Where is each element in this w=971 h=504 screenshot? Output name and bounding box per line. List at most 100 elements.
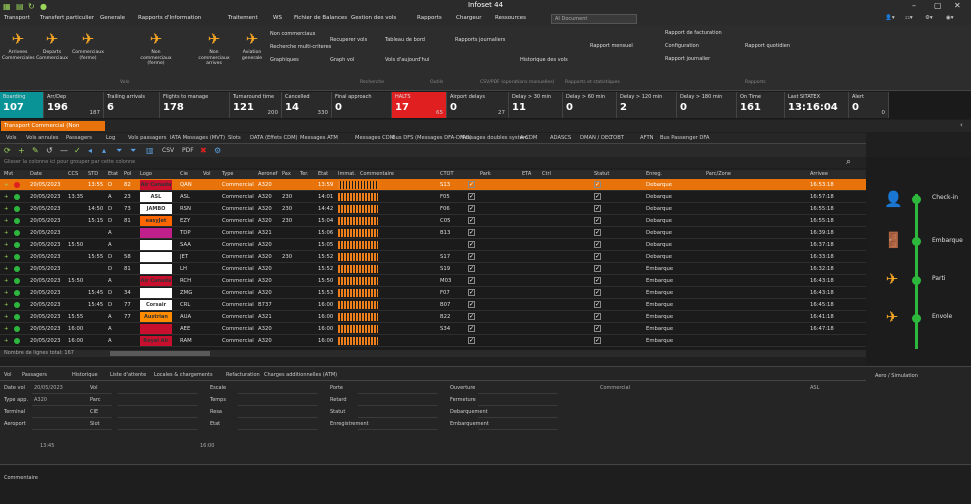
stat-tile[interactable]: Delay > 60 min 0 (563, 92, 617, 118)
checkbox[interactable]: ✓ (594, 229, 601, 236)
expand-icon[interactable]: + (4, 215, 14, 227)
arrow-up-icon[interactable]: ▴ (102, 146, 106, 155)
table-row[interactable]: +20/05/2023 15:45 D 77 Corsair CRL Commercial B… (0, 299, 866, 311)
menu-item[interactable]: WS (273, 15, 282, 21)
checkbox[interactable]: ✓ (468, 205, 475, 212)
column-header[interactable]: Ter. (300, 170, 318, 179)
columns-icon[interactable]: ▥ (146, 146, 154, 155)
menu-item[interactable]: Ressources (495, 15, 526, 21)
field-input[interactable] (358, 429, 438, 430)
stat-tile[interactable]: On Time 161 (737, 92, 785, 118)
grid-tab[interactable]: Log (106, 135, 115, 141)
field-input[interactable] (358, 417, 438, 418)
grid-tab[interactable]: TOBT (610, 135, 624, 141)
grid-tab[interactable]: DMAN / DEC (580, 135, 612, 141)
ribbon-link[interactable]: Graph vol (330, 57, 354, 63)
checkbox[interactable]: ✓ (594, 181, 601, 188)
table-row[interactable]: +20/05/2023 14:50 D 73 JAMBO RSN Commercial A32… (0, 203, 866, 215)
field-input[interactable] (32, 393, 112, 394)
detail-tab[interactable]: Passagers (22, 372, 47, 378)
menu-item[interactable]: Rapports d'Information (138, 15, 201, 21)
table-row[interactable]: +20/05/2023 16:00 A Royal Air Maroc RAM Comme… (0, 335, 866, 347)
ribbon-link[interactable]: Vols d'aujourd'hui (385, 57, 429, 63)
ribbon-link[interactable]: Graphiques (270, 57, 299, 63)
departures-commercial-button[interactable]: ✈ Departs Commerciaux (36, 28, 68, 78)
grid-tab[interactable]: DATA (Effets CDM) (250, 135, 298, 141)
horizontal-scrollbar[interactable]: Nombre de lignes total: 167 (0, 350, 866, 357)
checkbox[interactable]: ✓ (468, 229, 475, 236)
ribbon-link[interactable]: Recuperer vols (330, 37, 367, 43)
field-input[interactable] (32, 417, 112, 418)
ribbon-link[interactable]: Configuration (665, 43, 699, 49)
detail-tab[interactable]: Refacturation (226, 372, 260, 378)
expand-icon[interactable]: + (4, 275, 14, 287)
field-input[interactable] (238, 405, 318, 406)
account-icon[interactable]: 👤▾ (885, 15, 895, 21)
settings-icon[interactable]: ⚙▾ (925, 15, 933, 21)
time-value[interactable]: 16:00 (200, 443, 214, 449)
stat-tile[interactable]: Flights to manage 178 (160, 92, 230, 118)
grid-tab[interactable]: IATA Messages (MVT) (170, 135, 225, 141)
column-header[interactable]: Park (480, 170, 520, 179)
column-header[interactable]: CCS (68, 170, 88, 179)
check-icon[interactable]: ✓ (74, 146, 81, 155)
expand-icon[interactable]: + (4, 179, 14, 191)
checkbox[interactable]: ✓ (594, 289, 601, 296)
expand-icon[interactable]: + (4, 191, 14, 203)
column-header[interactable]: Cie (180, 170, 202, 179)
menu-item[interactable]: Traitement (228, 15, 258, 21)
checkbox[interactable]: ✓ (594, 313, 601, 320)
column-header[interactable]: Etat (318, 170, 336, 179)
checkbox[interactable]: ✓ (468, 289, 475, 296)
stat-tile[interactable]: Boarding 107 (0, 92, 44, 118)
column-header[interactable]: ETA (522, 170, 542, 179)
grid-tab[interactable]: Slots (228, 135, 241, 141)
table-row[interactable]: +20/05/2023 D 81 LH Commercial A320 15:52 S19 ✓ ✓… (0, 263, 866, 275)
stat-tile[interactable]: Turnaround time 121 200 (230, 92, 282, 118)
edit-icon[interactable]: ✎ (32, 146, 39, 155)
grid-tab[interactable]: Vols (6, 135, 16, 141)
column-header[interactable]: Pax (282, 170, 298, 179)
arrow-left-icon[interactable]: ◂ (88, 146, 92, 155)
field-input[interactable] (118, 429, 198, 430)
minimize-icon[interactable]: – (912, 1, 916, 10)
column-header[interactable]: Mvt (4, 170, 22, 179)
field-input[interactable] (478, 405, 558, 406)
ribbon-link[interactable]: Non commerciaux (270, 31, 315, 37)
field-input[interactable] (358, 393, 438, 394)
comment-area[interactable]: Commentaire (0, 464, 971, 504)
detail-tab[interactable]: Locales & chargements (154, 372, 213, 378)
detail-tab[interactable]: Charges additionnelles (ATM) (264, 372, 337, 378)
column-header[interactable]: Arrivee (810, 170, 856, 179)
checkbox[interactable]: ✓ (468, 217, 475, 224)
stat-tile[interactable]: Cancelled 14 330 (282, 92, 332, 118)
column-header[interactable]: Pol (124, 170, 140, 179)
column-header[interactable]: Etat (108, 170, 124, 179)
expand-icon[interactable]: + (4, 251, 14, 263)
field-input[interactable] (238, 417, 318, 418)
table-row[interactable]: +20/05/2023 15:45 D 34 ZMG Commercial A320 15:5… (0, 287, 866, 299)
grid-tab[interactable]: Vols passagers (128, 135, 167, 141)
checkbox[interactable]: ✓ (468, 277, 475, 284)
checkbox[interactable]: ✓ (468, 337, 475, 344)
add-icon[interactable]: + (18, 146, 25, 155)
checkbox[interactable]: ✓ (468, 313, 475, 320)
csv-export-icon[interactable]: CSV (162, 146, 174, 155)
column-header[interactable]: CTOT (440, 170, 480, 179)
stat-tile[interactable]: HALTS 17 65 (392, 92, 447, 118)
filter-icon[interactable]: ⏷ (116, 146, 122, 155)
grid-tab[interactable]: ADASCS (550, 135, 571, 141)
grid-tab[interactable]: Bus Passenger DFA (660, 135, 709, 141)
detail-tab[interactable]: Vol (4, 372, 11, 378)
field-input[interactable] (358, 405, 438, 406)
status-value[interactable]: Commercial (600, 385, 630, 391)
ribbon-link[interactable]: Rapport mensuel (590, 43, 633, 49)
expand-icon[interactable]: + (4, 203, 14, 215)
type-value[interactable]: A320 (34, 397, 47, 403)
detail-tab[interactable]: Liste d'attente (110, 372, 146, 378)
column-header[interactable]: STD (88, 170, 108, 179)
table-row[interactable]: +20/05/2023 15:55 A 77 Austrian AUA Commercial… (0, 311, 866, 323)
column-header[interactable]: Vol (203, 170, 221, 179)
table-row[interactable]: +20/05/2023 15:55 D 58 JET Commercial A320 230 1… (0, 251, 866, 263)
close-icon[interactable]: ✕ (954, 1, 961, 10)
